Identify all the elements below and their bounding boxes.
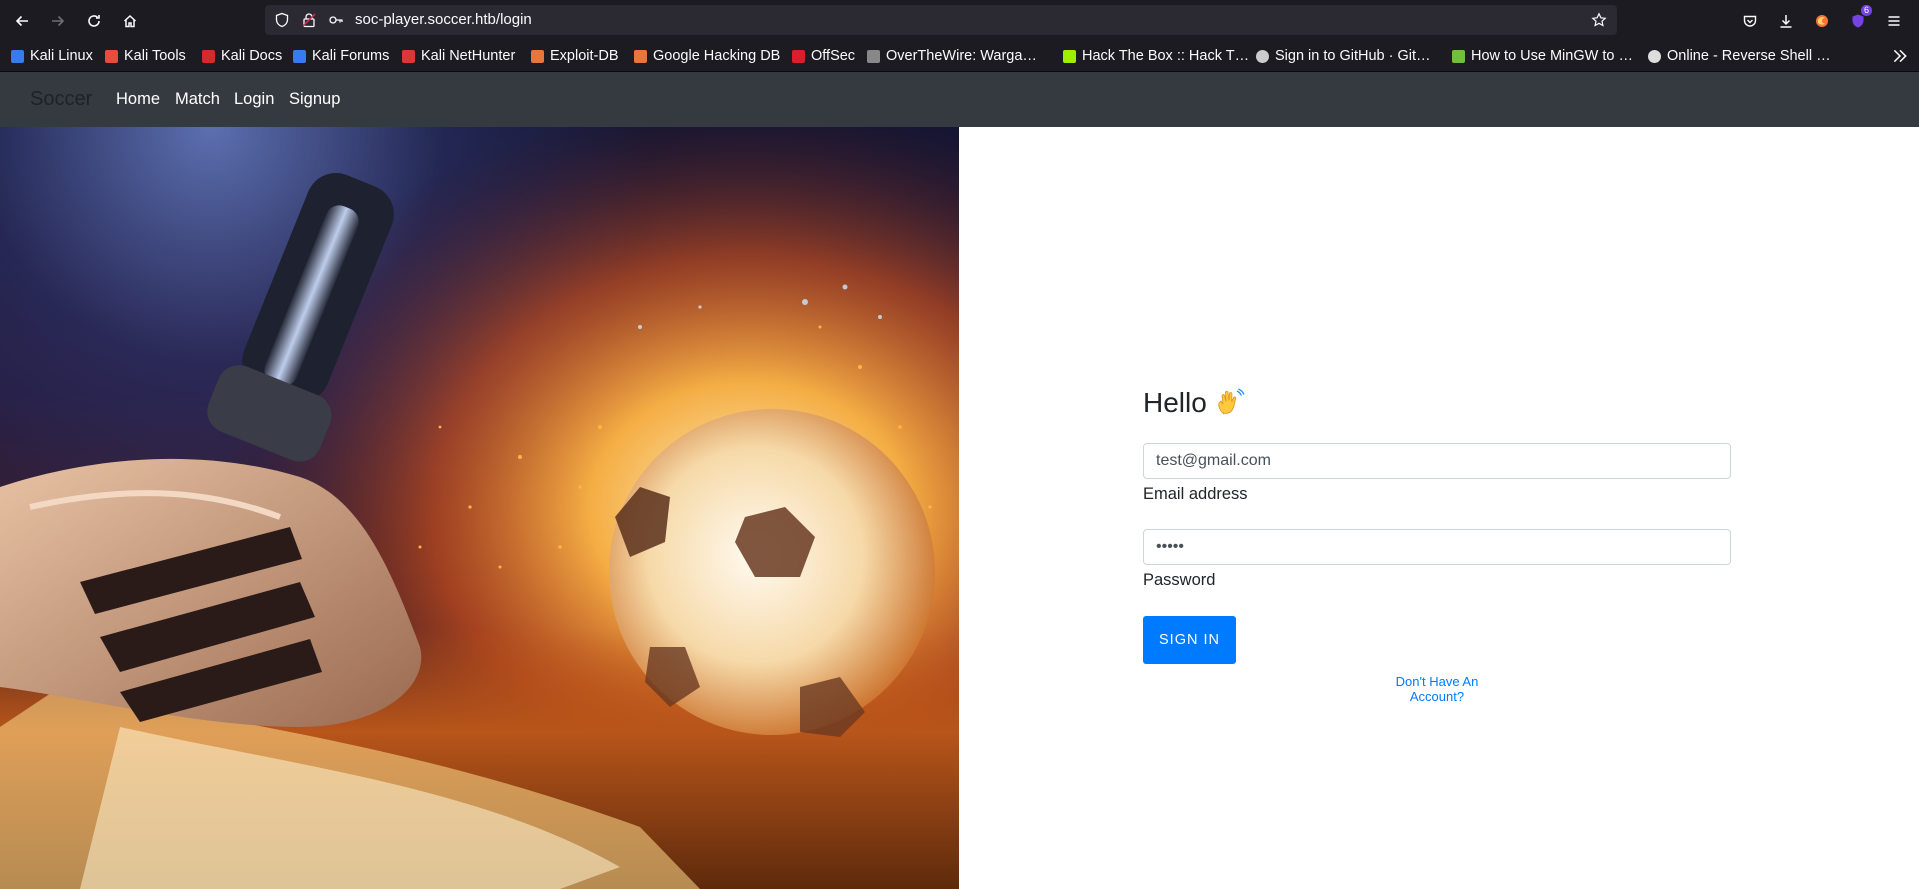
email-field[interactable] [1143,443,1731,479]
skull-icon [1648,49,1661,63]
password-label: Password [1143,571,1216,589]
extension-icon[interactable]: 6 [1845,5,1872,34]
mingw-icon [1452,49,1465,63]
key-icon[interactable] [328,12,344,28]
bookmark-hack-the-box[interactable]: Hack The Box :: Hack T… [1063,41,1249,71]
waving-hand-icon [1218,388,1245,415]
kali-docs-icon [202,49,215,63]
nav-match[interactable]: Match [175,72,220,127]
home-icon[interactable] [117,8,143,34]
kali-dragon-icon [293,49,306,63]
bookmark-exploit-db[interactable]: Exploit-DB [531,41,619,71]
overthewire-icon [867,49,880,63]
address-bar[interactable]: soc-player.soccer.htb/login [265,5,1617,35]
browser-toolbar: soc-player.soccer.htb/login 6 [0,0,1919,41]
greeting-text: Hello [1143,387,1207,418]
nethunter-icon [402,49,415,63]
more-bookmarks-chevron-icon[interactable] [1891,47,1909,65]
bookmark-kali-forums[interactable]: Kali Forums [293,41,389,71]
sign-in-button[interactable]: SIGN IN [1143,616,1236,664]
bookmark-kali-nethunter[interactable]: Kali NetHunter [402,41,515,71]
lock-icon[interactable] [301,12,317,28]
bookmarks-toolbar: Kali Linux Kali Tools Kali Docs Kali For… [0,41,1919,72]
bookmark-star-icon[interactable] [1591,12,1607,28]
hero-soccer-image [0,127,959,889]
github-icon [1256,49,1269,63]
shield-icon[interactable] [274,12,290,28]
url-text[interactable]: soc-player.soccer.htb/login [355,5,532,35]
ghdb-icon [634,49,647,63]
site-brand[interactable]: Soccer [30,72,92,127]
email-label: Email address [1143,485,1248,503]
firefox-account-icon[interactable] [1809,8,1835,34]
back-icon[interactable] [9,8,35,34]
bookmark-reverse-shell[interactable]: Online - Reverse Shell … [1648,41,1831,71]
pocket-icon[interactable] [1737,8,1763,34]
kali-dragon-icon [11,49,24,63]
bookmark-google-hacking-db[interactable]: Google Hacking DB [634,41,780,71]
forward-icon[interactable] [45,8,71,34]
nav-home[interactable]: Home [116,72,160,127]
bookmark-offsec[interactable]: OffSec [792,41,855,71]
create-account-link[interactable]: Don't Have An Account? [1371,674,1503,704]
hackthebox-cube-icon [1063,49,1076,63]
bookmark-kali-tools[interactable]: Kali Tools [105,41,186,71]
login-panel: Hello Email address Password SIGN IN Don… [959,127,1919,889]
nav-signup[interactable]: Signup [289,72,340,127]
reload-icon[interactable] [81,8,107,34]
bookmark-github[interactable]: Sign in to GitHub · Git… [1256,41,1431,71]
bookmark-kali-docs[interactable]: Kali Docs [202,41,282,71]
bookmark-kali-linux[interactable]: Kali Linux [11,41,93,71]
nav-login[interactable]: Login [234,72,274,127]
extension-badge: 6 [1860,5,1872,16]
downloads-icon[interactable] [1773,8,1799,34]
password-field[interactable] [1143,529,1731,565]
bookmark-mingw[interactable]: How to Use MinGW to … [1452,41,1633,71]
exploit-db-icon [531,49,544,63]
menu-icon[interactable] [1881,8,1907,34]
bookmark-overthewire[interactable]: OverTheWire: Warga… [867,41,1037,71]
greeting-heading: Hello [1143,387,1245,419]
offsec-icon [792,49,805,63]
site-navbar: Soccer Home Match Login Signup [0,72,1919,127]
kali-tools-icon [105,49,118,63]
